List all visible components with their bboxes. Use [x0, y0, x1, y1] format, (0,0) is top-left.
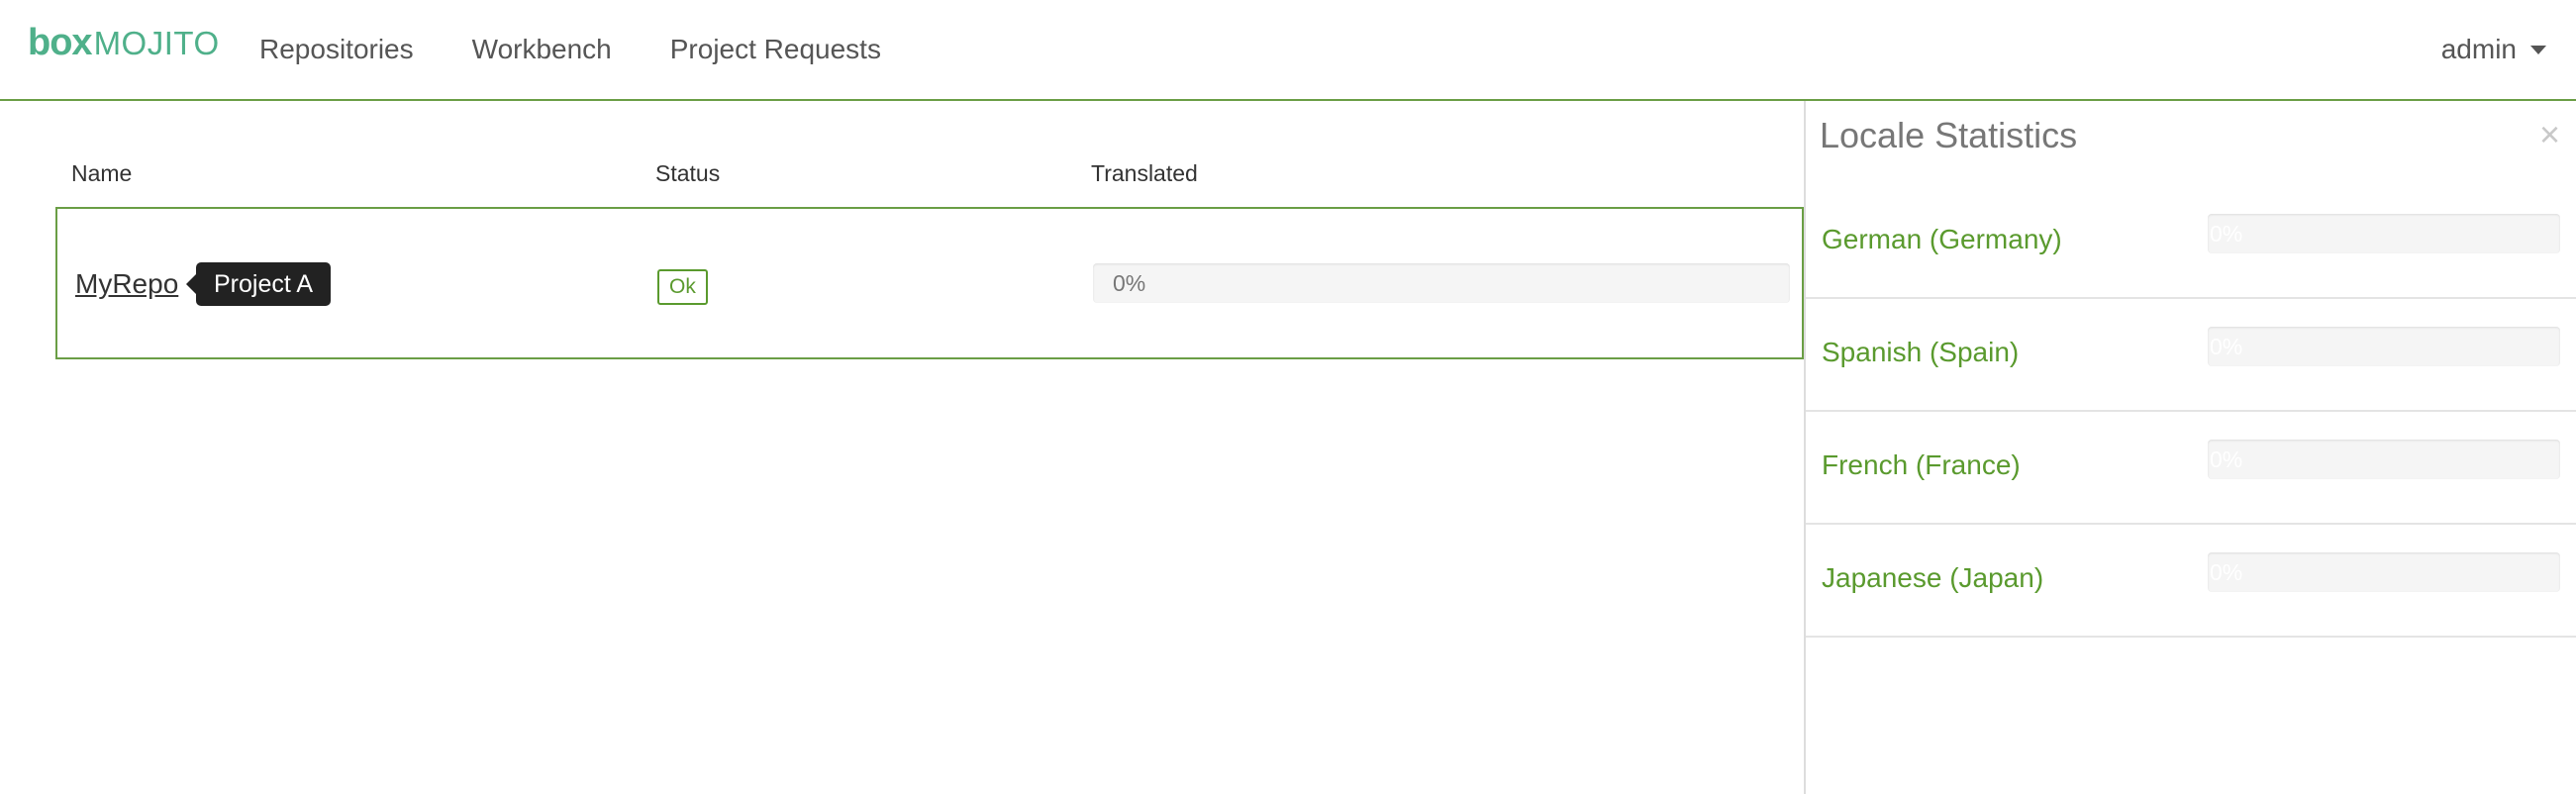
nav-link-repositories[interactable]: Repositories — [259, 30, 414, 69]
status-badge: Ok — [657, 269, 708, 305]
column-header-name: Name — [71, 160, 133, 186]
logo-mojito-text: MOJITO — [93, 25, 220, 61]
logo-box-text: box — [28, 22, 93, 63]
translated-progress-label: 0% — [1113, 270, 1146, 296]
locale-progress-bar: 0% — [2208, 214, 2560, 253]
nav-links: Repositories Workbench Project Requests — [259, 30, 940, 69]
user-name: admin — [2440, 34, 2517, 64]
locale-row-spanish[interactable]: Spanish (Spain) 0% — [1806, 299, 2576, 412]
locale-name[interactable]: Spanish (Spain) — [1822, 337, 2019, 368]
locale-name[interactable]: French (France) — [1822, 449, 2021, 481]
table-row[interactable]: MyRepo Project A Ok 0% — [55, 207, 1804, 359]
locale-row-german[interactable]: German (Germany) 0% — [1806, 186, 2576, 299]
repo-name-link[interactable]: MyRepo — [75, 268, 178, 300]
repo-table-header: Name Status Translated — [55, 156, 1804, 208]
locale-statistics-panel: Locale Statistics × German (Germany) 0% … — [1804, 101, 2576, 794]
panel-title: Locale Statistics — [1820, 115, 2078, 155]
locale-progress-bar: 0% — [2208, 440, 2560, 479]
nav-link-project-requests[interactable]: Project Requests — [670, 30, 881, 69]
locale-progress-bar: 0% — [2208, 327, 2560, 366]
close-icon[interactable]: × — [2539, 115, 2560, 154]
caret-down-icon — [2530, 45, 2546, 54]
locale-progress-bar: 0% — [2208, 552, 2560, 592]
boxmojito-logo[interactable]: box MOJITO — [28, 22, 220, 77]
locale-progress-label: 0% — [2210, 559, 2243, 585]
user-menu[interactable]: admin — [2441, 30, 2546, 69]
column-header-translated: Translated — [1091, 160, 1198, 186]
locale-progress-label: 0% — [2210, 221, 2243, 247]
locale-name[interactable]: Japanese (Japan) — [1822, 562, 2043, 594]
locale-progress-label: 0% — [2210, 334, 2243, 359]
locale-list: German (Germany) 0% Spanish (Spain) 0% F… — [1806, 186, 2576, 638]
locale-name[interactable]: German (Germany) — [1822, 224, 2062, 255]
column-header-status: Status — [655, 160, 721, 186]
top-navbar: box MOJITO Repositories Workbench Projec… — [0, 0, 2576, 101]
locale-progress-label: 0% — [2210, 447, 2243, 472]
nav-link-workbench[interactable]: Workbench — [472, 30, 612, 69]
repo-tooltip: Project A — [185, 262, 332, 306]
locale-row-japanese[interactable]: Japanese (Japan) 0% — [1806, 525, 2576, 638]
locale-row-french[interactable]: French (France) 0% — [1806, 412, 2576, 525]
translated-progress-bar: 0% — [1093, 263, 1790, 303]
